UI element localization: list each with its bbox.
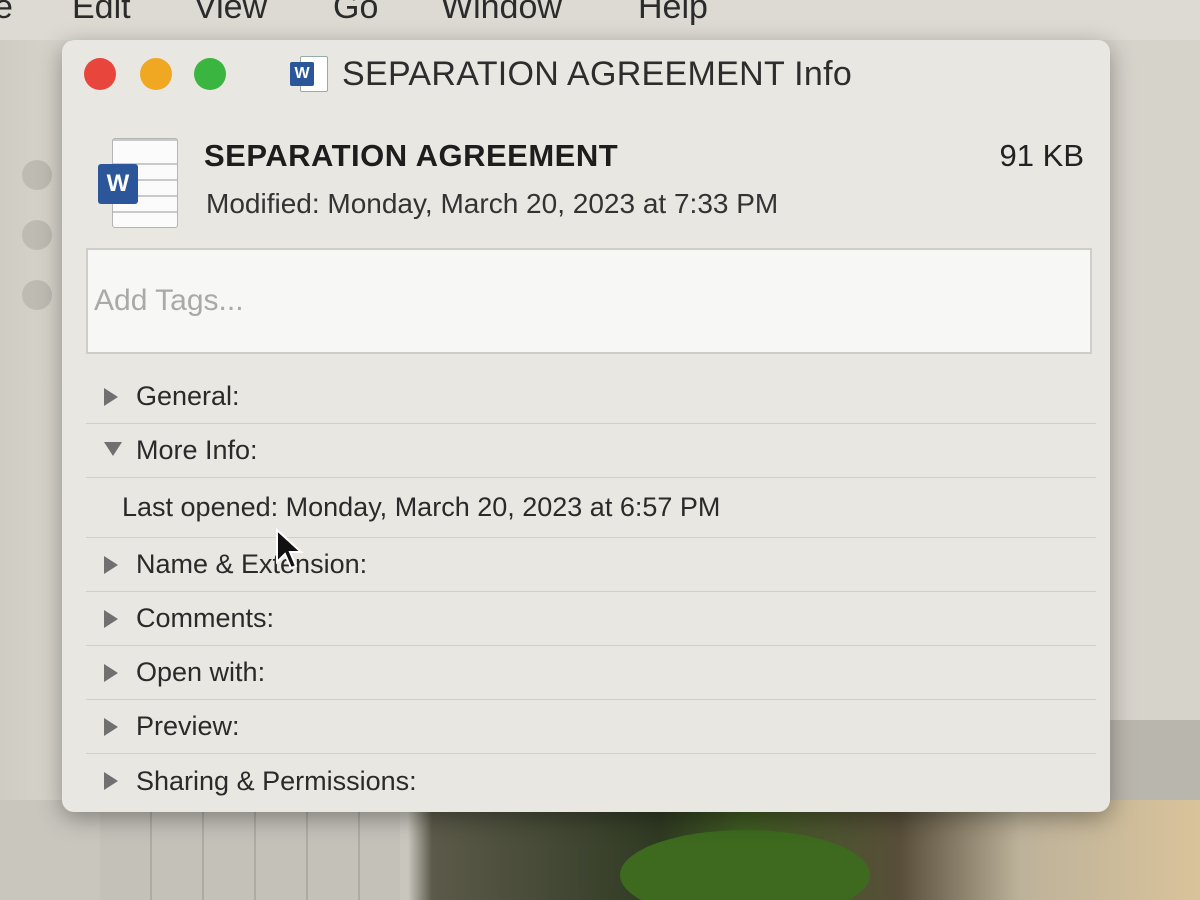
info-window: W SEPARATION AGREEMENT Info W SEPARATION… xyxy=(62,40,1110,812)
section-label: More Info: xyxy=(136,435,258,465)
section-label: Open with: xyxy=(136,657,266,687)
disclosure-triangle-collapsed-icon[interactable] xyxy=(104,555,122,574)
window-title: SEPARATION AGREEMENT Info xyxy=(342,54,853,93)
background-desk xyxy=(0,800,1200,900)
disclosure-triangle-expanded-icon[interactable] xyxy=(104,441,122,460)
file-size: 91 KB xyxy=(999,138,1084,173)
menu-bar: e Edit View Go Window Help xyxy=(0,0,1200,40)
file-name: SEPARATION AGREEMENT xyxy=(204,138,619,173)
menu-item-help[interactable]: Help xyxy=(638,0,708,27)
tags-input[interactable] xyxy=(86,248,1092,354)
disclosure-triangle-collapsed-icon[interactable] xyxy=(104,609,122,628)
info-sections: General: More Info: Last opened: Monday,… xyxy=(86,370,1096,808)
file-header: W SEPARATION AGREEMENT 91 KB Modified: M… xyxy=(62,104,1110,244)
mouse-pointer-icon xyxy=(276,528,304,570)
section-general[interactable]: General: xyxy=(86,370,1096,424)
menu-item-go[interactable]: Go xyxy=(333,0,378,27)
minimize-button[interactable] xyxy=(140,58,172,90)
section-open-with[interactable]: Open with: xyxy=(86,646,1096,700)
word-badge: W xyxy=(98,164,138,204)
close-button[interactable] xyxy=(84,58,116,90)
background-grid xyxy=(100,800,400,900)
background-object xyxy=(620,830,870,900)
background-window-right xyxy=(1100,40,1200,720)
menu-item-file-partial[interactable]: e xyxy=(0,0,13,27)
word-badge: W xyxy=(290,62,314,86)
disclosure-triangle-collapsed-icon[interactable] xyxy=(104,772,122,790)
section-more-info[interactable]: More Info: xyxy=(86,424,1096,478)
section-preview[interactable]: Preview: xyxy=(86,700,1096,754)
title-area: W SEPARATION AGREEMENT Info xyxy=(290,54,852,94)
menu-item-edit[interactable]: Edit xyxy=(72,0,131,27)
last-opened-text: Last opened: Monday, March 20, 2023 at 6… xyxy=(122,492,721,522)
file-modified-date: Modified: Monday, March 20, 2023 at 7:33… xyxy=(206,188,779,219)
background-control xyxy=(22,220,52,250)
background-control xyxy=(22,280,52,310)
section-label: Preview: xyxy=(136,711,240,741)
disclosure-triangle-collapsed-icon[interactable] xyxy=(104,387,122,406)
background-window xyxy=(0,40,70,900)
word-document-icon: W xyxy=(290,54,330,94)
section-sharing-permissions[interactable]: Sharing & Permissions: xyxy=(86,754,1096,808)
title-bar[interactable]: W SEPARATION AGREEMENT Info xyxy=(62,40,1110,104)
word-document-icon: W xyxy=(98,136,182,232)
disclosure-triangle-collapsed-icon[interactable] xyxy=(104,663,122,682)
menu-item-view[interactable]: View xyxy=(194,0,267,27)
section-label: Sharing & Permissions: xyxy=(136,765,417,796)
section-name-extension[interactable]: Name & Extension: xyxy=(86,538,1096,592)
disclosure-triangle-collapsed-icon[interactable] xyxy=(104,717,122,736)
zoom-button[interactable] xyxy=(194,58,226,90)
background-control xyxy=(22,160,52,190)
section-label: Name & Extension: xyxy=(136,549,368,579)
section-label: General: xyxy=(136,381,240,411)
menu-item-window[interactable]: Window xyxy=(441,0,562,27)
section-comments[interactable]: Comments: xyxy=(86,592,1096,646)
section-label: Comments: xyxy=(136,603,275,633)
more-info-content: Last opened: Monday, March 20, 2023 at 6… xyxy=(86,478,1096,538)
